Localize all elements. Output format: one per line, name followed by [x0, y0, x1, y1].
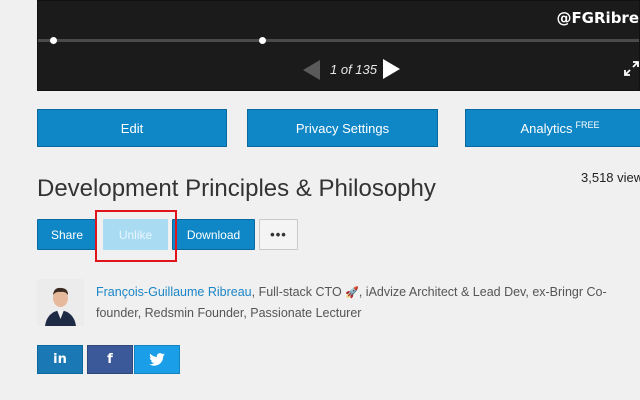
analytics-button[interactable]: Analytics FREE	[465, 109, 640, 147]
privacy-settings-button[interactable]: Privacy Settings	[247, 109, 438, 147]
highlight-annotation	[95, 210, 177, 262]
slide-player: @FGRibre 1 of 135	[37, 0, 640, 91]
page-counter: 1 of 135	[330, 62, 377, 77]
author-info: François-Guillaume Ribreau, Full-stack C…	[96, 282, 640, 324]
linkedin-icon: in	[53, 352, 67, 367]
progress-marker[interactable]	[259, 37, 266, 44]
edit-button[interactable]: Edit	[37, 109, 227, 147]
edit-button-label: Edit	[120, 120, 144, 136]
next-slide-button[interactable]	[383, 59, 400, 79]
share-button[interactable]: Share	[37, 219, 97, 250]
author-avatar-image	[37, 279, 84, 326]
twitter-share-button[interactable]	[134, 345, 180, 374]
previous-slide-button[interactable]	[303, 60, 320, 80]
analytics-free-badge: FREE	[575, 120, 600, 130]
rocket-icon: 🚀	[345, 286, 359, 299]
view-count: 3,518 view	[581, 170, 640, 185]
slide-handle-text: @FGRibre	[556, 9, 639, 27]
progress-handle[interactable]	[50, 37, 57, 44]
author-bio-part1: , Full-stack CTO	[251, 285, 346, 299]
more-options-button[interactable]: •••	[259, 219, 298, 250]
share-label: Share	[50, 227, 84, 242]
progress-bar[interactable]	[38, 37, 639, 44]
author-name-link[interactable]: François-Guillaume Ribreau	[96, 285, 252, 299]
page-title: Development Principles & Philosophy	[37, 175, 436, 202]
avatar[interactable]	[37, 279, 84, 326]
facebook-share-button[interactable]: f	[87, 345, 133, 374]
download-label: Download	[186, 227, 241, 242]
linkedin-share-button[interactable]: in	[37, 345, 83, 374]
privacy-settings-label: Privacy Settings	[295, 120, 390, 136]
more-options-icon: •••	[270, 227, 287, 242]
fullscreen-icon[interactable]	[624, 61, 639, 76]
download-button[interactable]: Download	[172, 219, 255, 250]
analytics-label: Analytics	[520, 120, 573, 136]
facebook-icon: f	[107, 352, 113, 367]
twitter-icon	[149, 353, 165, 366]
